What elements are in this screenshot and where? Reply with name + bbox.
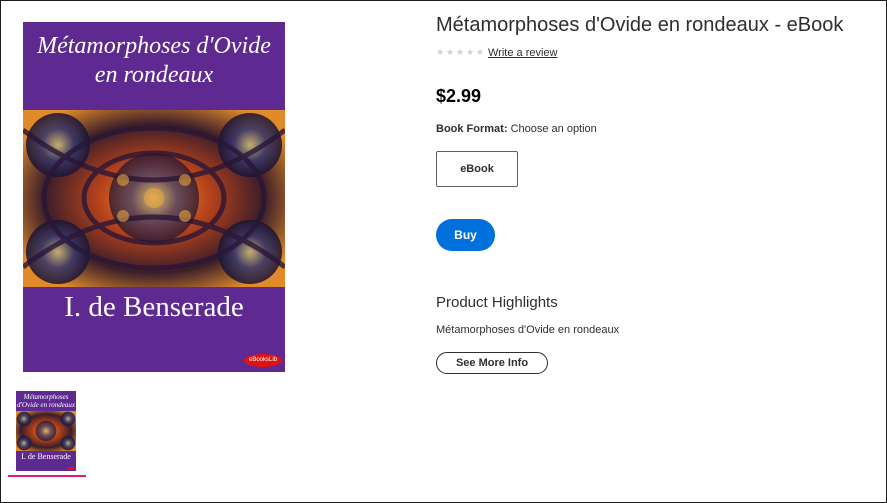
cover-title: Métamorphoses d'Ovide en rondeaux — [37, 33, 271, 88]
star-icon: ★ — [436, 47, 445, 57]
book-cover-image: Métamorphoses d'Ovide en rondeaux I. de … — [23, 22, 285, 372]
star-icon: ★ — [476, 47, 485, 57]
thumbnail-fractal-art — [16, 411, 76, 451]
star-icon: ★ — [466, 47, 475, 57]
buy-button[interactable]: Buy — [436, 219, 495, 251]
write-review-link[interactable]: Write a review — [488, 47, 557, 59]
thumbnail-publisher-logo — [67, 467, 75, 470]
product-title: Métamorphoses d'Ovide en rondeaux - eBoo… — [436, 14, 844, 36]
rating-stars: ★ ★ ★ ★ ★ — [436, 48, 485, 57]
thumbnail-author: I. de Benserade — [21, 452, 71, 461]
thumbnail-image[interactable]: Métamorphoses d'Ovide en rondeaux I. de … — [16, 391, 76, 471]
book-format-label: Book Format: — [436, 123, 508, 135]
format-option-ebook[interactable]: eBook — [436, 151, 518, 187]
book-format-row: Book Format: Choose an option — [436, 123, 597, 135]
price: $2.99 — [436, 86, 482, 106]
star-icon: ★ — [446, 47, 455, 57]
star-icon: ★ — [456, 47, 465, 57]
book-format-value: Choose an option — [510, 123, 597, 135]
thumbnail-selected-indicator — [8, 475, 86, 477]
thumbnail-title: Métamorphoses d'Ovide en rondeaux — [17, 393, 75, 409]
publisher-logo: eBooksLib — [244, 354, 282, 367]
cover-author: I. de Benserade — [64, 291, 244, 323]
cover-fractal-art — [23, 110, 285, 287]
product-highlights-heading: Product Highlights — [436, 294, 558, 311]
product-highlights-text: Métamorphoses d'Ovide en rondeaux — [436, 324, 620, 336]
see-more-info-button[interactable]: See More Info — [436, 352, 548, 374]
